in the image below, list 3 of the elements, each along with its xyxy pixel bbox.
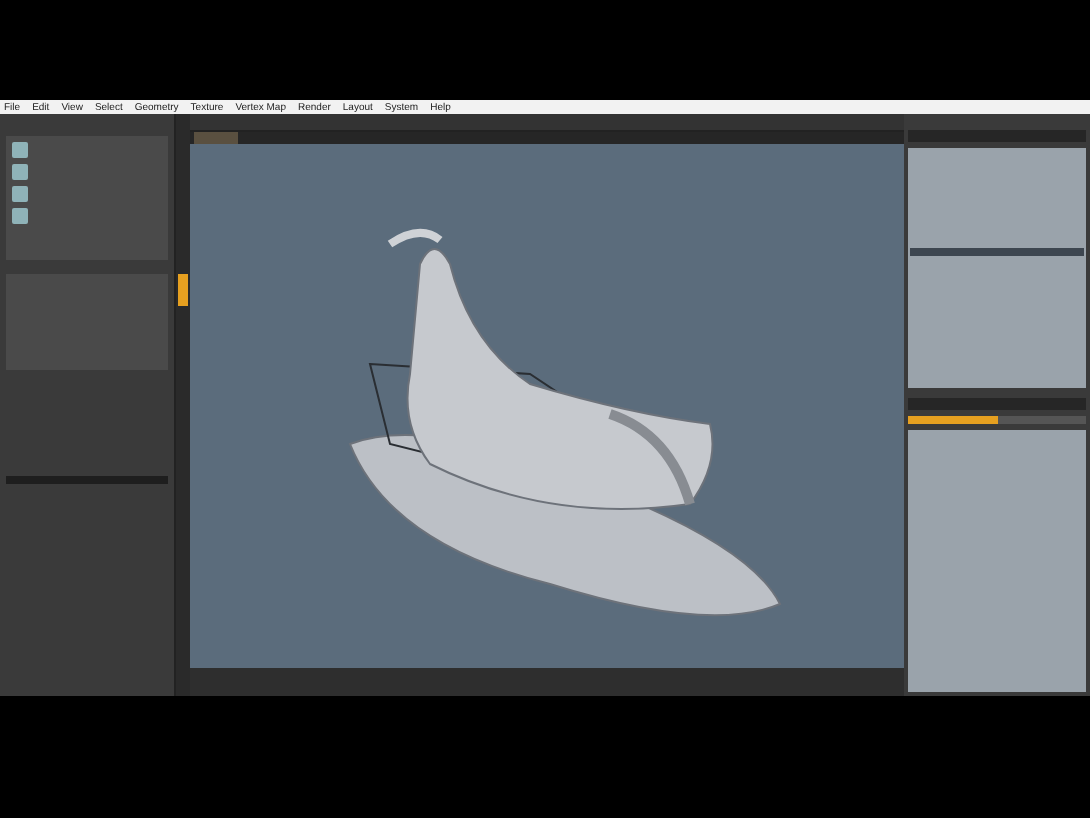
viewport-tab[interactable] (194, 132, 238, 144)
tree-row[interactable] (910, 248, 1084, 256)
side-tab[interactable] (178, 274, 188, 306)
